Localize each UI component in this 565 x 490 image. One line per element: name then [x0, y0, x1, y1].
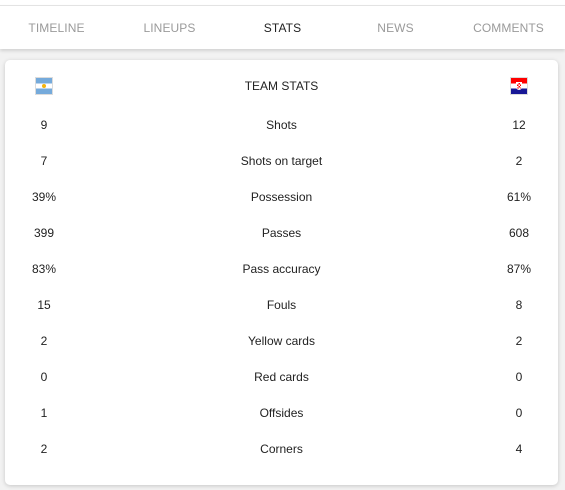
stat-label: Passes	[261, 226, 302, 240]
tab-lineups[interactable]: LINEUPS	[113, 6, 226, 50]
stat-label: Shots on target	[240, 154, 323, 168]
away-value: 608	[508, 226, 530, 240]
away-value: 12	[512, 118, 526, 132]
stat-row-red-cards: 0 Red cards 0	[5, 359, 558, 395]
tab-timeline[interactable]: TIMELINE	[0, 6, 113, 50]
stat-label: Corners	[260, 442, 303, 456]
away-value: 0	[515, 406, 523, 420]
team-stats-title: TEAM STATS	[244, 79, 319, 93]
away-value: 87%	[506, 262, 532, 276]
stat-row-shots-on-target: 7 Shots on target 2	[5, 143, 558, 179]
away-value: 4	[515, 442, 523, 456]
stat-row-corners: 2 Corners 4	[5, 431, 558, 467]
stat-label: Shots	[266, 118, 297, 132]
away-value: 2	[515, 154, 523, 168]
stat-row-offsides: 1 Offsides 0	[5, 395, 558, 431]
away-value: 0	[515, 370, 523, 384]
stats-table: 9 Shots 12 7 Shots on target 2 39% Posse…	[5, 107, 558, 467]
stat-row-passes: 399 Passes 608	[5, 215, 558, 251]
stat-row-fouls: 15 Fouls 8	[5, 287, 558, 323]
flag-shield	[516, 82, 522, 90]
tab-comments[interactable]: COMMENTS	[452, 6, 565, 50]
away-value: 8	[515, 298, 523, 312]
stat-label: Possession	[250, 190, 313, 204]
stat-row-shots: 9 Shots 12	[5, 107, 558, 143]
croatia-flag-icon	[510, 77, 528, 95]
match-tab-bar: TIMELINE LINEUPS STATS NEWS COMMENTS	[0, 5, 565, 49]
team-stats-header: TEAM STATS	[5, 60, 558, 110]
stat-label: Red cards	[254, 370, 309, 384]
tab-stats[interactable]: STATS	[226, 6, 339, 50]
tab-news[interactable]: NEWS	[339, 6, 452, 50]
stat-row-yellow-cards: 2 Yellow cards 2	[5, 323, 558, 359]
stat-label: Offsides	[259, 406, 304, 420]
stat-label: Pass accuracy	[242, 262, 321, 276]
team-stats-card: TEAM STATS 9 Shots 12 7 Shots on target …	[5, 60, 558, 485]
away-value: 61%	[506, 190, 532, 204]
stat-label: Fouls	[266, 298, 297, 312]
away-value: 2	[515, 334, 523, 348]
stat-row-pass-accuracy: 83% Pass accuracy 87%	[5, 251, 558, 287]
stat-row-possession: 39% Possession 61%	[5, 179, 558, 215]
stat-label: Yellow cards	[248, 334, 315, 348]
